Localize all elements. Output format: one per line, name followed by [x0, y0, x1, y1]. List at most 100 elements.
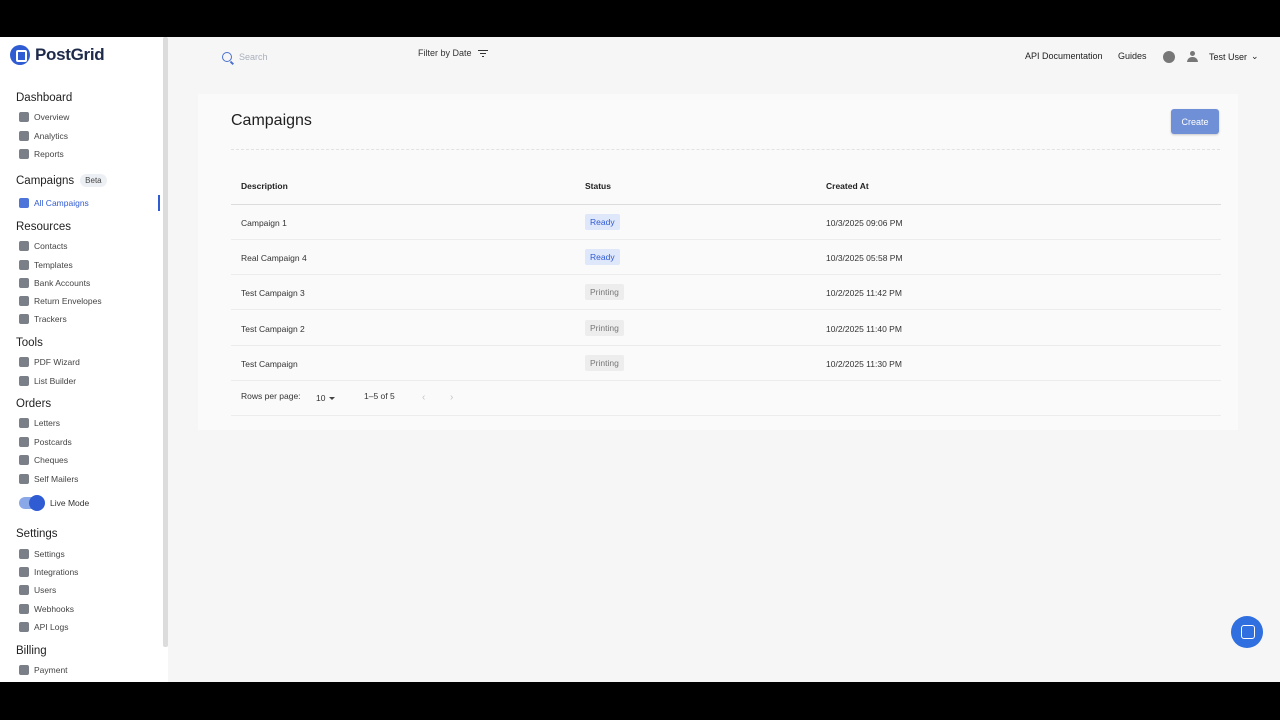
sidebar-item-users[interactable]: Users [19, 582, 56, 598]
sidebar-item-letters[interactable]: Letters [19, 415, 60, 431]
cell-created-at: 10/3/2025 09:06 PM [826, 218, 903, 228]
api-documentation-link[interactable]: API Documentation [1025, 51, 1103, 61]
section-tools: Tools [16, 337, 43, 349]
sidebar-scrollbar[interactable] [163, 37, 168, 647]
status-badge: Printing [585, 320, 624, 336]
cell-created-at: 10/2/2025 11:40 PM [826, 324, 902, 334]
chat-launcher-button[interactable] [1231, 616, 1263, 648]
sidebar-item-self-mailers[interactable]: Self Mailers [19, 471, 78, 487]
home-icon [19, 112, 29, 122]
sidebar-item-contacts[interactable]: Contacts [19, 238, 68, 254]
letter-icon [19, 418, 29, 428]
sidebar-item-integrations[interactable]: Integrations [19, 564, 78, 580]
cell-description: Campaign 1 [241, 218, 287, 228]
logs-icon [19, 622, 29, 632]
cell-description: Test Campaign [241, 359, 298, 369]
sidebar-item-reports[interactable]: Reports [19, 146, 64, 162]
sidebar-item-settings[interactable]: Settings [19, 546, 65, 562]
search-icon [222, 52, 232, 62]
brand-name: PostGrid [35, 45, 105, 64]
column-header-status[interactable]: Status [585, 181, 611, 191]
pagination-range: 1–5 of 5 [364, 391, 395, 401]
self-mailer-icon [19, 474, 29, 484]
sidebar: PostGrid Dashboard Overview Analytics Re… [0, 37, 168, 682]
gear-icon [19, 549, 29, 559]
search-bar[interactable] [222, 47, 402, 67]
contacts-icon [19, 241, 29, 251]
column-header-description[interactable]: Description [241, 181, 288, 191]
filter-label: Filter by Date [418, 48, 472, 58]
rows-per-page-select[interactable]: 10 [316, 393, 336, 403]
cell-description: Test Campaign 3 [241, 288, 305, 298]
filter-icon [477, 49, 488, 57]
sidebar-item-postcards[interactable]: Postcards [19, 434, 72, 450]
sidebar-item-analytics[interactable]: Analytics [19, 128, 68, 144]
postgrid-logo-icon [10, 45, 30, 65]
sidebar-item-cheques[interactable]: Cheques [19, 452, 68, 468]
section-orders: Orders [16, 398, 52, 410]
sidebar-item-templates[interactable]: Templates [19, 257, 73, 273]
table-row[interactable]: Test Campaign 2 Printing 10/2/2025 11:40… [231, 311, 1221, 346]
list-builder-icon [19, 376, 29, 386]
user-name: Test User [1209, 51, 1248, 62]
cell-created-at: 10/2/2025 11:42 PM [826, 288, 902, 298]
next-page-icon[interactable]: › [450, 392, 453, 403]
sidebar-item-list-builder[interactable]: List Builder [19, 373, 76, 389]
status-badge: Ready [585, 214, 620, 230]
sidebar-item-bank-accounts[interactable]: Bank Accounts [19, 275, 90, 291]
payment-icon [19, 665, 29, 675]
previous-page-icon[interactable]: ‹ [422, 392, 425, 403]
webhook-icon [19, 604, 29, 614]
sidebar-item-overview[interactable]: Overview [19, 109, 69, 125]
guides-link[interactable]: Guides [1118, 51, 1147, 61]
section-resources: Resources [16, 221, 71, 233]
section-billing: Billing [16, 645, 47, 657]
table-row[interactable]: Test Campaign 3 Printing 10/2/2025 11:42… [231, 275, 1221, 310]
templates-icon [19, 260, 29, 270]
sidebar-item-payment[interactable]: Payment [19, 662, 68, 678]
filter-by-date-button[interactable]: Filter by Date [418, 48, 488, 58]
user-menu[interactable]: Test User ⌄ [1209, 51, 1259, 62]
cell-description: Real Campaign 4 [241, 253, 307, 263]
status-badge: Printing [585, 355, 624, 371]
status-badge: Printing [585, 284, 624, 300]
postcard-icon [19, 437, 29, 447]
sidebar-item-return-envelopes[interactable]: Return Envelopes [19, 293, 102, 309]
live-mode-toggle[interactable]: Live Mode [19, 495, 90, 511]
table-row[interactable]: Test Campaign Printing 10/2/2025 11:30 P… [231, 346, 1221, 381]
section-dashboard: Dashboard [16, 92, 73, 104]
rows-per-page-label: Rows per page: [241, 391, 301, 401]
live-mode-label: Live Mode [50, 498, 90, 508]
envelope-icon [19, 296, 29, 306]
tracker-icon [19, 314, 29, 324]
app-screen: PostGrid Dashboard Overview Analytics Re… [0, 37, 1280, 682]
table-row[interactable]: Real Campaign 4 Ready 10/3/2025 05:58 PM [231, 240, 1221, 275]
user-icon [1187, 51, 1198, 62]
status-badge: Ready [585, 249, 620, 265]
reports-icon [19, 149, 29, 159]
search-input[interactable] [239, 52, 389, 62]
logo[interactable]: PostGrid [10, 45, 105, 65]
table-row[interactable]: Campaign 1 Ready 10/3/2025 09:06 PM [231, 205, 1221, 240]
sidebar-item-all-campaigns[interactable]: All Campaigns [19, 195, 89, 211]
beta-badge: Beta [80, 174, 107, 187]
caret-down-icon [329, 396, 336, 400]
sidebar-item-trackers[interactable]: Trackers [19, 311, 67, 327]
sidebar-item-pdf-wizard[interactable]: PDF Wizard [19, 354, 80, 370]
chevron-down-icon: ⌄ [1251, 51, 1259, 61]
column-header-created-at[interactable]: Created At [826, 181, 869, 191]
info-icon[interactable] [1163, 51, 1175, 63]
user-icon [19, 585, 29, 595]
create-button[interactable]: Create [1171, 109, 1219, 134]
analytics-icon [19, 131, 29, 141]
cell-created-at: 10/3/2025 05:58 PM [826, 253, 903, 263]
sidebar-item-api-logs[interactable]: API Logs [19, 619, 69, 635]
sidebar-item-webhooks[interactable]: Webhooks [19, 601, 74, 617]
cell-created-at: 10/2/2025 11:30 PM [826, 359, 902, 369]
rows-per-page-value: 10 [316, 393, 326, 403]
toggle-knob [29, 495, 45, 511]
active-indicator [158, 195, 160, 211]
page-title: Campaigns [231, 112, 312, 129]
integrations-icon [19, 567, 29, 577]
cheque-icon [19, 455, 29, 465]
